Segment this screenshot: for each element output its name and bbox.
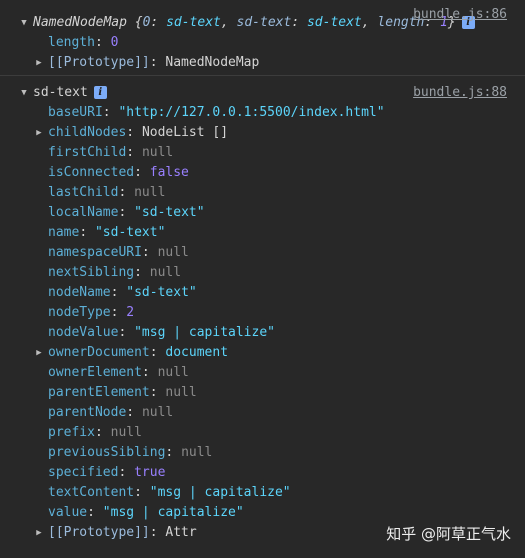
property-key: ownerElement: [48, 365, 142, 380]
property-value: "msg | capitalize": [134, 325, 275, 340]
property-value: null: [110, 425, 142, 440]
property-key: nodeName: [48, 285, 111, 300]
summary-val-1: sd-text: [306, 15, 362, 30]
property-value: "sd-text": [94, 225, 166, 240]
property-value: null: [141, 145, 174, 160]
attr-title: sd-text: [33, 85, 88, 100]
property-row: textContent: "msg | capitalize": [48, 485, 291, 500]
property-key: length: [48, 35, 95, 50]
property-row: isConnected: false: [48, 165, 189, 180]
attr-properties: baseURI: "http://127.0.0.1:5500/index.ht…: [0, 103, 525, 543]
namedmap-summary: NamedNodeMap {0: sd-text, sd-text: sd-te…: [33, 13, 475, 33]
property-value: null: [134, 185, 166, 200]
property-key: name: [48, 225, 80, 240]
comma: ,: [361, 15, 378, 30]
source-link-86[interactable]: bundle.js:86: [413, 5, 507, 25]
property-value: NamedNodeMap: [165, 55, 260, 70]
property-key: nextSibling: [48, 265, 135, 280]
triangle-right-icon[interactable]: ▶: [34, 53, 44, 73]
triangle-right-icon[interactable]: ▶: [34, 523, 44, 543]
property-key: ownerDocument: [48, 345, 150, 360]
console-message-attr: ▼ sd-text i bundle.js:88 baseURI: "http:/…: [0, 76, 525, 543]
property-key: nodeType: [48, 305, 111, 320]
triangle-down-icon[interactable]: ▼: [19, 83, 29, 103]
property-value: "msg | capitalize": [149, 485, 291, 500]
triangle-right-icon[interactable]: ▶: [34, 123, 44, 143]
property-value: null: [165, 385, 197, 400]
property-row: ownerElement: null: [48, 365, 189, 380]
property-row: parentNode: null: [48, 405, 174, 420]
property-row: nextSibling: null: [48, 265, 182, 280]
console-message-namedmap: ▼ NamedNodeMap {0: sd-text, sd-text: sd-…: [0, 0, 525, 76]
source-link-88[interactable]: bundle.js:88: [413, 83, 507, 103]
property-row: baseURI: "http://127.0.0.1:5500/index.ht…: [48, 105, 385, 120]
property-key: prefix: [48, 425, 95, 440]
property-value: "msg | capitalize": [102, 505, 244, 520]
property-key: localName: [48, 205, 119, 220]
namedmap-type: NamedNodeMap: [33, 15, 127, 30]
property-row: lastChild: null: [48, 185, 166, 200]
attr-summary: sd-text i: [33, 83, 107, 103]
property-row: nodeName: "sd-text": [48, 285, 197, 300]
summary-val-0: sd-text: [166, 15, 221, 30]
property-value: Attr: [165, 525, 197, 540]
property-key: textContent: [48, 485, 135, 500]
property-row: nodeType: 2: [48, 305, 135, 320]
property-value: "sd-text": [126, 285, 197, 300]
property-value: null: [141, 405, 174, 420]
colon: :: [291, 15, 307, 30]
property-key: specified: [48, 465, 119, 480]
property-row: localName: "sd-text": [48, 205, 205, 220]
comma: ,: [220, 15, 237, 30]
triangle-down-icon[interactable]: ▼: [19, 13, 29, 33]
property-value: document: [165, 345, 229, 360]
property-key: previousSibling: [48, 445, 166, 460]
property-row: name: "sd-text": [48, 225, 166, 240]
property-key: [[Prototype]]: [48, 525, 150, 540]
summary-key-1: sd-text: [236, 15, 292, 30]
property-key: parentNode: [48, 405, 127, 420]
property-value: true: [134, 465, 166, 480]
property-key: lastChild: [48, 185, 119, 200]
property-row: nodeValue: "msg | capitalize": [48, 325, 275, 340]
property-key: nodeValue: [48, 325, 119, 340]
property-key: childNodes: [48, 125, 127, 140]
property-row[interactable]: ▶ [[Prototype]]: NamedNodeMap: [0, 53, 525, 73]
property-row: namespaceURI: null: [48, 245, 189, 260]
property-key: value: [48, 505, 88, 520]
property-key: baseURI: [48, 105, 103, 120]
property-row: length: 0: [48, 35, 119, 50]
namedmap-summary-row[interactable]: ▼ NamedNodeMap {0: sd-text, sd-text: sd-…: [0, 7, 525, 33]
triangle-right-icon[interactable]: ▶: [34, 343, 44, 363]
property-row: parentElement: null: [48, 385, 197, 400]
property-key: firstChild: [48, 145, 127, 160]
property-value: NodeList []: [141, 125, 229, 140]
colon: :: [150, 15, 167, 30]
property-value: null: [181, 445, 213, 460]
property-row[interactable]: ▶ childNodes: NodeList []: [0, 123, 525, 143]
property-key: namespaceURI: [48, 245, 142, 260]
summary-open-brace: {: [126, 15, 143, 30]
property-row[interactable]: ▶ ownerDocument: document: [0, 343, 525, 363]
property-key: isConnected: [48, 165, 135, 180]
property-row: prefix: null: [48, 425, 142, 440]
property-row: value: "msg | capitalize": [48, 505, 244, 520]
property-value: "sd-text": [134, 205, 205, 220]
property-value: false: [149, 165, 189, 180]
property-key: parentElement: [48, 385, 150, 400]
property-value: null: [149, 265, 182, 280]
watermark: 知乎 @阿草正气水: [386, 525, 511, 543]
property-row: specified: true: [48, 465, 166, 480]
info-icon[interactable]: i: [93, 86, 107, 99]
property-row: firstChild: null: [48, 145, 174, 160]
property-value: null: [157, 365, 189, 380]
property-value: "http://127.0.0.1:5500/index.html": [118, 105, 385, 120]
property-value: 2: [126, 305, 135, 320]
property-key: [[Prototype]]: [48, 55, 150, 70]
property-row: previousSibling: null: [48, 445, 213, 460]
property-value: null: [157, 245, 189, 260]
property-value: 0: [110, 35, 119, 50]
attr-summary-row[interactable]: ▼ sd-text i bundle.js:88: [0, 83, 525, 103]
